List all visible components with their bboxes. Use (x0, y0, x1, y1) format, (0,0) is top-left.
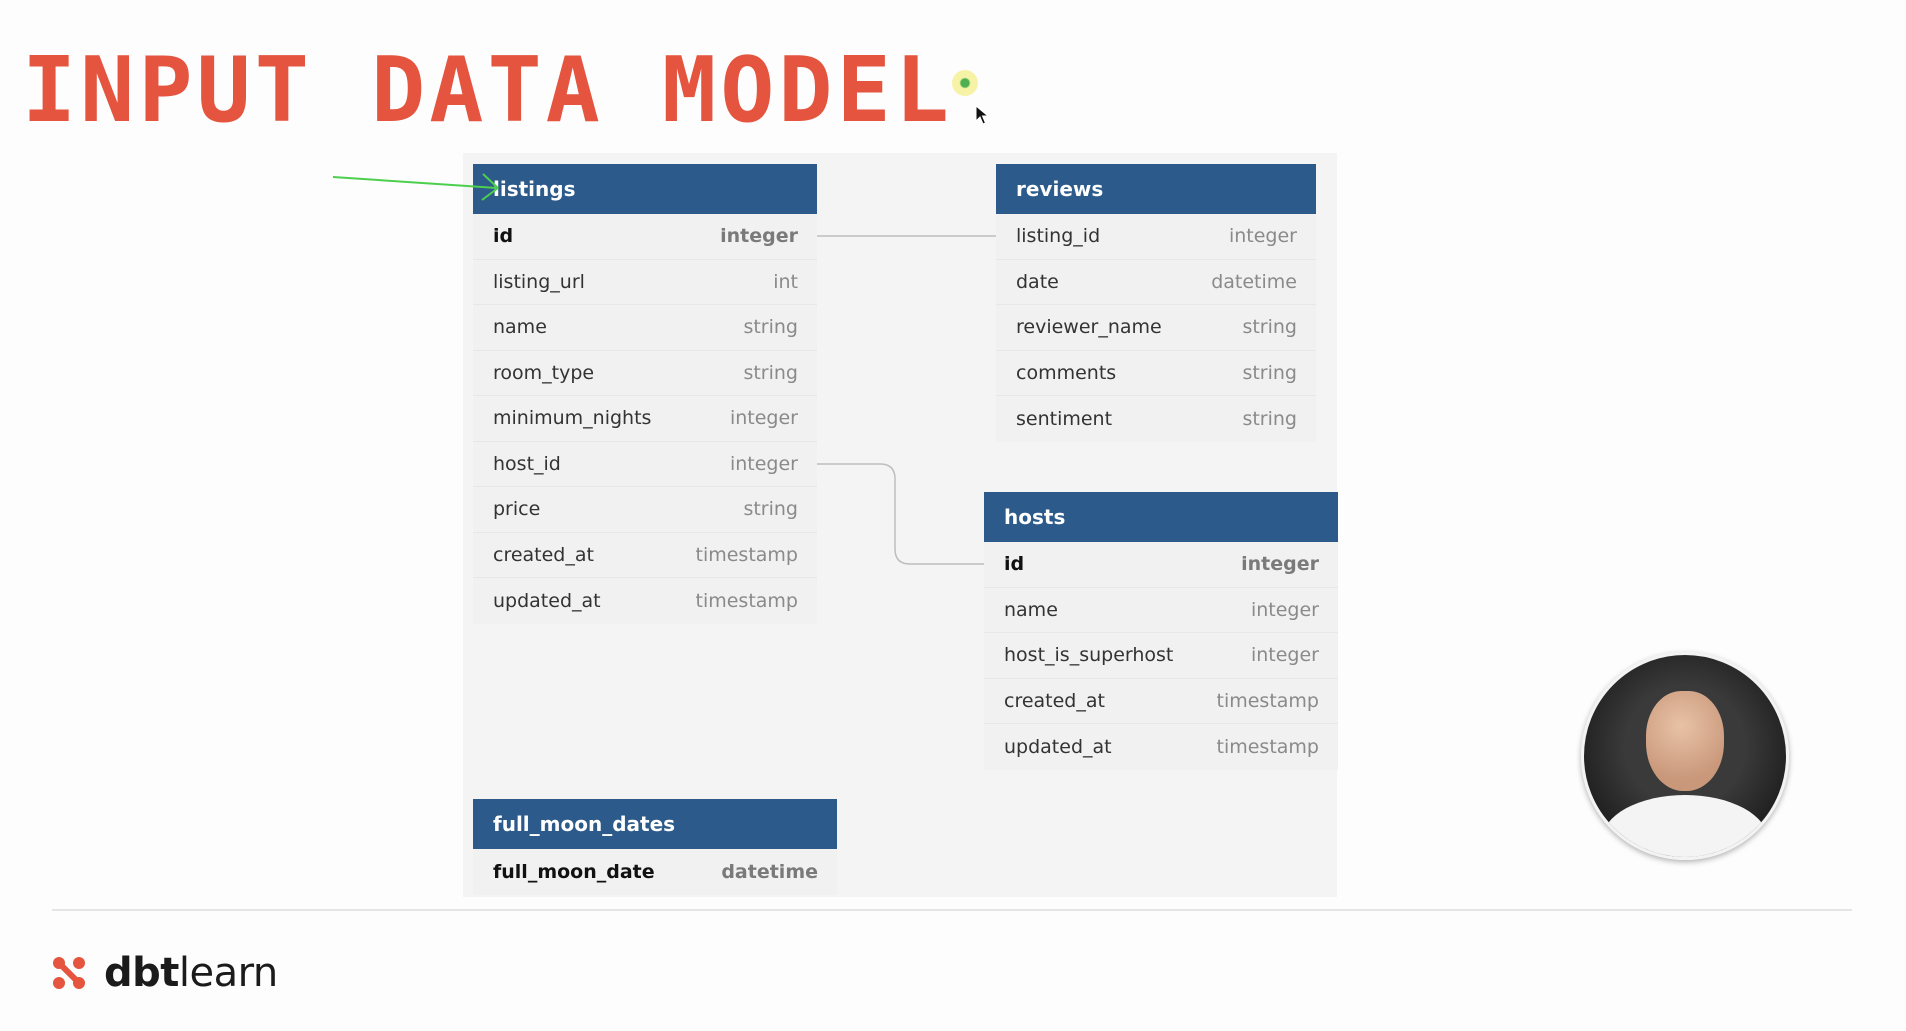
presenter-webcam (1581, 652, 1789, 860)
field-type: integer (729, 407, 798, 430)
field-type: string (743, 361, 798, 384)
field-type: timestamp (1216, 735, 1320, 758)
field-row[interactable]: updated_at timestamp (473, 578, 817, 624)
field-row[interactable]: date datetime (996, 260, 1316, 305)
field-row[interactable]: updated_at timestamp (984, 724, 1338, 770)
field-row[interactable]: comments string (996, 351, 1316, 396)
field-name: reviewer_name (1016, 316, 1162, 339)
field-row[interactable]: name string (473, 305, 817, 351)
field-name: listing_id (1016, 225, 1101, 248)
field-name: sentiment (1016, 407, 1113, 430)
field-type: string (743, 498, 798, 521)
field-name: name (1004, 598, 1058, 621)
field-name: updated_at (493, 589, 601, 612)
field-row[interactable]: price string (473, 487, 817, 533)
field-type: integer (720, 225, 798, 248)
field-type: integer (729, 452, 798, 475)
table-header-listings[interactable]: listings (473, 164, 817, 214)
field-name: id (493, 225, 514, 248)
field-type: integer (1241, 553, 1319, 576)
field-row[interactable]: name integer (984, 588, 1338, 633)
field-type: string (1242, 361, 1297, 384)
field-row[interactable]: room_type string (473, 351, 817, 396)
field-name: minimum_nights (493, 407, 652, 430)
field-row[interactable]: sentiment string (996, 396, 1316, 442)
field-name: created_at (1004, 689, 1105, 712)
field-row[interactable]: id integer (984, 542, 1338, 588)
field-type: string (1242, 407, 1297, 430)
field-type: integer (1250, 598, 1319, 621)
brand-name: dbtlearn (104, 950, 278, 996)
presenter-face (1646, 691, 1724, 791)
brand-name-bold: dbt (104, 950, 179, 996)
field-row[interactable]: listing_url int (473, 260, 817, 305)
field-name: date (1016, 270, 1059, 293)
field-row[interactable]: created_at timestamp (473, 533, 817, 578)
footer-divider (52, 909, 1852, 911)
field-type: integer (1250, 644, 1319, 667)
field-type: timestamp (695, 589, 799, 612)
field-type: string (1242, 316, 1297, 339)
field-row[interactable]: created_at timestamp (984, 679, 1338, 724)
field-name: created_at (493, 543, 594, 566)
pointer-highlight (952, 70, 978, 96)
field-name: host_id (493, 452, 561, 475)
field-name: room_type (493, 361, 595, 384)
field-name: price (493, 498, 541, 521)
field-row[interactable]: host_is_superhost integer (984, 633, 1338, 679)
field-name: updated_at (1004, 735, 1112, 758)
field-type: int (773, 270, 798, 293)
field-name: name (493, 316, 547, 339)
field-name: id (1004, 553, 1025, 576)
table-header-hosts[interactable]: hosts (984, 492, 1338, 542)
field-type: integer (1228, 225, 1297, 248)
field-name: host_is_superhost (1004, 644, 1174, 667)
page-title: INPUT DATA MODEL (22, 38, 953, 143)
field-row[interactable]: full_moon_date datetime (473, 849, 837, 895)
field-type: string (743, 316, 798, 339)
mouse-cursor-icon (975, 104, 990, 125)
table-reviews[interactable]: reviews listing_id integer date datetime r… (996, 164, 1316, 442)
field-type: timestamp (695, 543, 799, 566)
table-header-reviews[interactable]: reviews (996, 164, 1316, 214)
field-type: datetime (1211, 270, 1297, 293)
dbt-logo-icon (52, 956, 86, 990)
field-row[interactable]: id integer (473, 214, 817, 260)
field-type: timestamp (1216, 689, 1320, 712)
table-hosts[interactable]: hosts id integer name integer host_is_supe… (984, 492, 1338, 770)
field-name: full_moon_date (493, 860, 655, 883)
field-row[interactable]: minimum_nights integer (473, 396, 817, 442)
field-row[interactable]: reviewer_name string (996, 305, 1316, 351)
presenter-shirt (1602, 795, 1768, 857)
brand-name-light: learn (178, 950, 278, 996)
table-full-moon-dates[interactable]: full_moon_dates full_moon_date datetime (473, 799, 837, 895)
field-row[interactable]: listing_id integer (996, 214, 1316, 260)
field-name: listing_url (493, 270, 585, 293)
table-header-full-moon-dates[interactable]: full_moon_dates (473, 799, 837, 849)
table-listings[interactable]: listings id integer listing_url int name st… (473, 164, 817, 624)
field-name: comments (1016, 361, 1117, 384)
field-type: datetime (721, 860, 818, 883)
brand-logo[interactable]: dbtlearn (52, 950, 278, 996)
field-row[interactable]: host_id integer (473, 442, 817, 487)
